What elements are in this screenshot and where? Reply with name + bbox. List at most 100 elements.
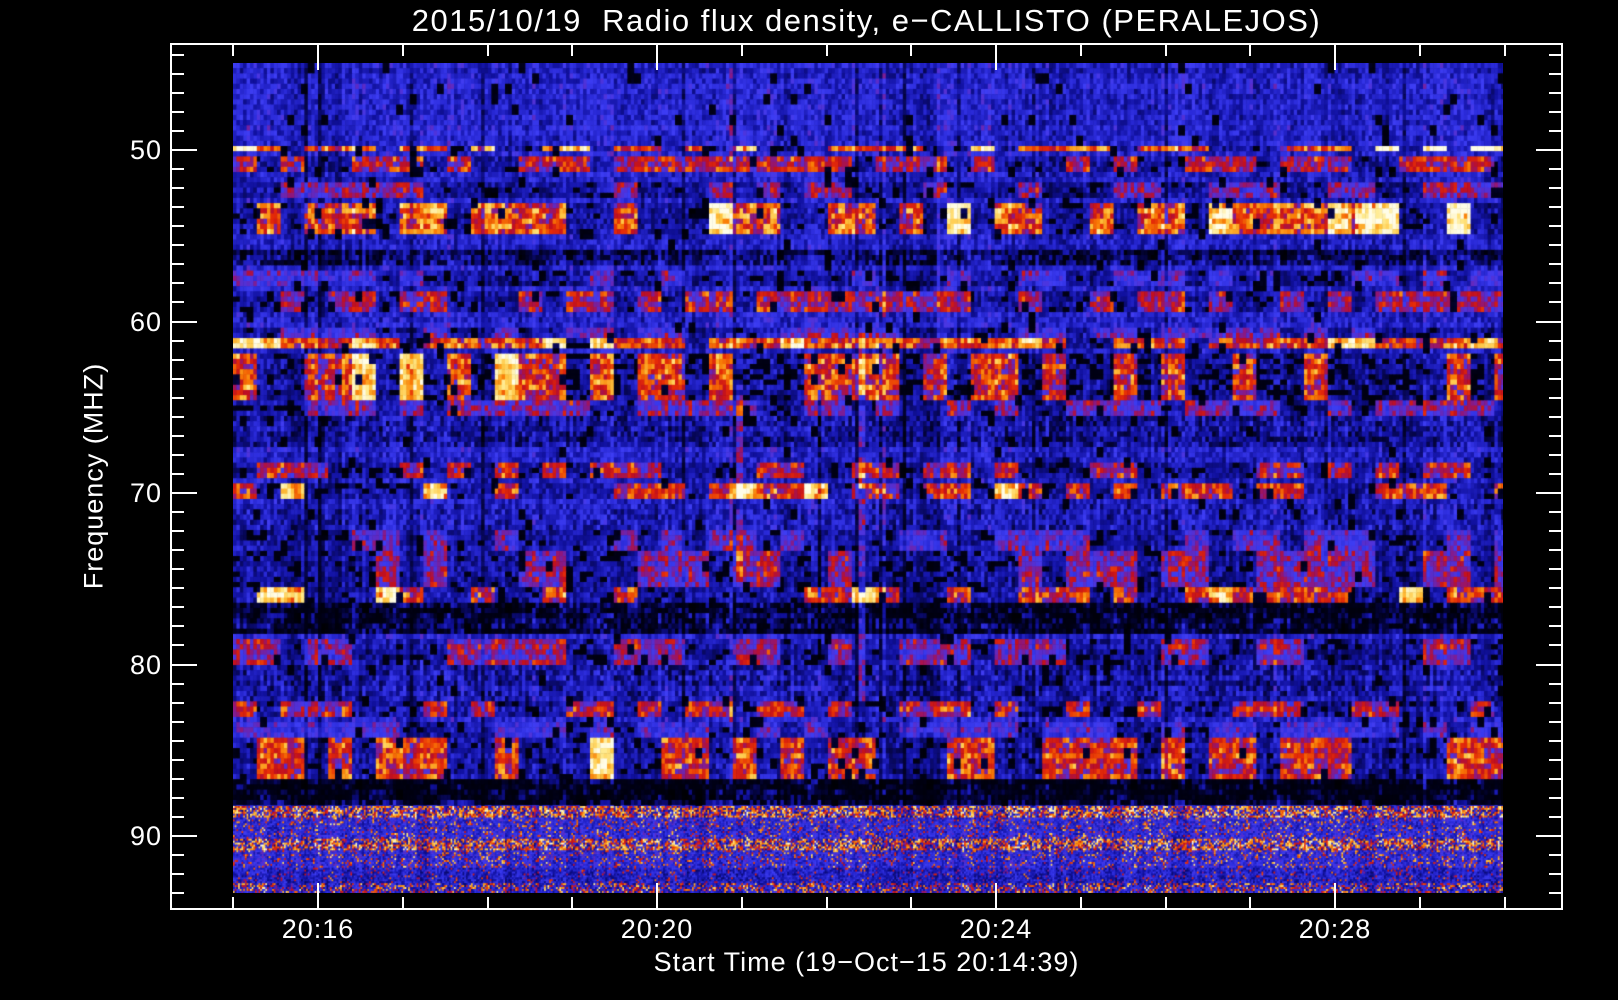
axis-tick <box>656 883 658 910</box>
axis-tick <box>1549 759 1563 761</box>
axis-tick <box>170 797 184 799</box>
axis-tick <box>170 111 184 113</box>
y-tick-label: 60 <box>129 306 162 337</box>
axis-tick <box>1536 492 1563 494</box>
axis-tick <box>1549 873 1563 875</box>
axis-tick <box>170 549 184 551</box>
axis-tick <box>1549 511 1563 513</box>
axis-tick <box>995 883 997 910</box>
axis-tick <box>170 854 184 856</box>
axis-tick <box>1504 897 1506 910</box>
axis-tick <box>170 225 184 227</box>
axis-tick <box>402 897 404 910</box>
x-tick-label: 20:20 <box>620 914 694 944</box>
axis-tick <box>1549 359 1563 361</box>
axis-tick <box>1549 797 1563 799</box>
axis-tick <box>1249 897 1251 910</box>
axis-tick <box>487 43 489 56</box>
axis-tick <box>1419 43 1421 56</box>
axis-tick <box>170 92 184 94</box>
chart-title: 2015/10/19 Radio flux density, e−CALLIST… <box>411 3 1322 38</box>
axis-tick <box>487 897 489 910</box>
axis-tick <box>170 321 197 323</box>
axis-tick <box>170 892 184 894</box>
axis-tick <box>170 587 184 589</box>
axis-tick <box>1536 321 1563 323</box>
axis-tick <box>1536 835 1563 837</box>
axis-tick <box>317 43 319 70</box>
axis-tick <box>170 244 184 246</box>
axis-tick <box>1549 740 1563 742</box>
axis-tick <box>1334 43 1336 70</box>
axis-tick <box>232 43 234 56</box>
axis-tick <box>1080 897 1082 910</box>
axis-tick <box>1549 378 1563 380</box>
axis-tick <box>170 530 184 532</box>
axis-tick <box>170 683 184 685</box>
axis-tick <box>170 873 184 875</box>
axis-tick <box>1549 625 1563 627</box>
axis-tick <box>1549 225 1563 227</box>
axis-tick <box>170 568 184 570</box>
axis-tick <box>1549 702 1563 704</box>
axis-tick <box>170 492 197 494</box>
axis-tick <box>170 282 184 284</box>
y-tick-label: 90 <box>129 821 162 851</box>
axis-tick <box>1549 130 1563 132</box>
axis-tick <box>170 759 184 761</box>
y-tick-label: 50 <box>129 135 162 165</box>
axis-tick <box>170 778 184 780</box>
axis-tick <box>656 43 658 70</box>
axis-tick <box>826 43 828 56</box>
axis-tick <box>170 54 184 56</box>
axis-tick <box>1165 897 1167 910</box>
axis-tick <box>1549 301 1563 303</box>
axis-tick <box>1536 149 1563 151</box>
axis-tick <box>170 187 184 189</box>
plot-frame <box>170 43 1563 910</box>
axis-tick <box>910 897 912 910</box>
axis-tick <box>317 883 319 910</box>
axis-tick <box>1549 549 1563 551</box>
axis-tick <box>170 435 184 437</box>
axis-tick <box>170 301 184 303</box>
axis-tick <box>1549 435 1563 437</box>
y-tick-label: 80 <box>129 649 162 680</box>
axis-tick <box>170 702 184 704</box>
axis-tick <box>170 644 184 646</box>
axis-tick <box>1549 473 1563 475</box>
axis-tick <box>1536 664 1563 666</box>
axis-tick <box>995 43 997 70</box>
axis-tick <box>170 206 184 208</box>
axis-tick <box>1549 92 1563 94</box>
axis-tick <box>1549 644 1563 646</box>
axis-tick <box>1549 244 1563 246</box>
axis-tick <box>170 664 197 666</box>
axis-tick <box>571 43 573 56</box>
y-axis-title: Frequency (MHZ) <box>78 362 109 590</box>
axis-tick <box>170 397 184 399</box>
axis-tick <box>170 359 184 361</box>
axis-tick <box>1549 683 1563 685</box>
axis-tick <box>1549 168 1563 170</box>
axis-tick <box>232 897 234 910</box>
axis-tick <box>170 73 184 75</box>
axis-tick <box>1549 454 1563 456</box>
axis-tick <box>910 43 912 56</box>
axis-tick <box>170 625 184 627</box>
axis-tick <box>1249 43 1251 56</box>
axis-tick <box>1549 778 1563 780</box>
axis-tick <box>170 511 184 513</box>
axis-tick <box>170 340 184 342</box>
axis-tick <box>170 263 184 265</box>
axis-tick <box>1080 43 1082 56</box>
axis-tick <box>1549 282 1563 284</box>
axis-tick <box>170 606 184 608</box>
axis-tick <box>741 43 743 56</box>
axis-tick <box>1549 416 1563 418</box>
axis-tick <box>1549 587 1563 589</box>
x-axis-title: Start Time (19−Oct−15 20:14:39) <box>653 947 1080 977</box>
axis-tick <box>1549 111 1563 113</box>
axis-tick <box>1549 187 1563 189</box>
axis-tick <box>1549 530 1563 532</box>
